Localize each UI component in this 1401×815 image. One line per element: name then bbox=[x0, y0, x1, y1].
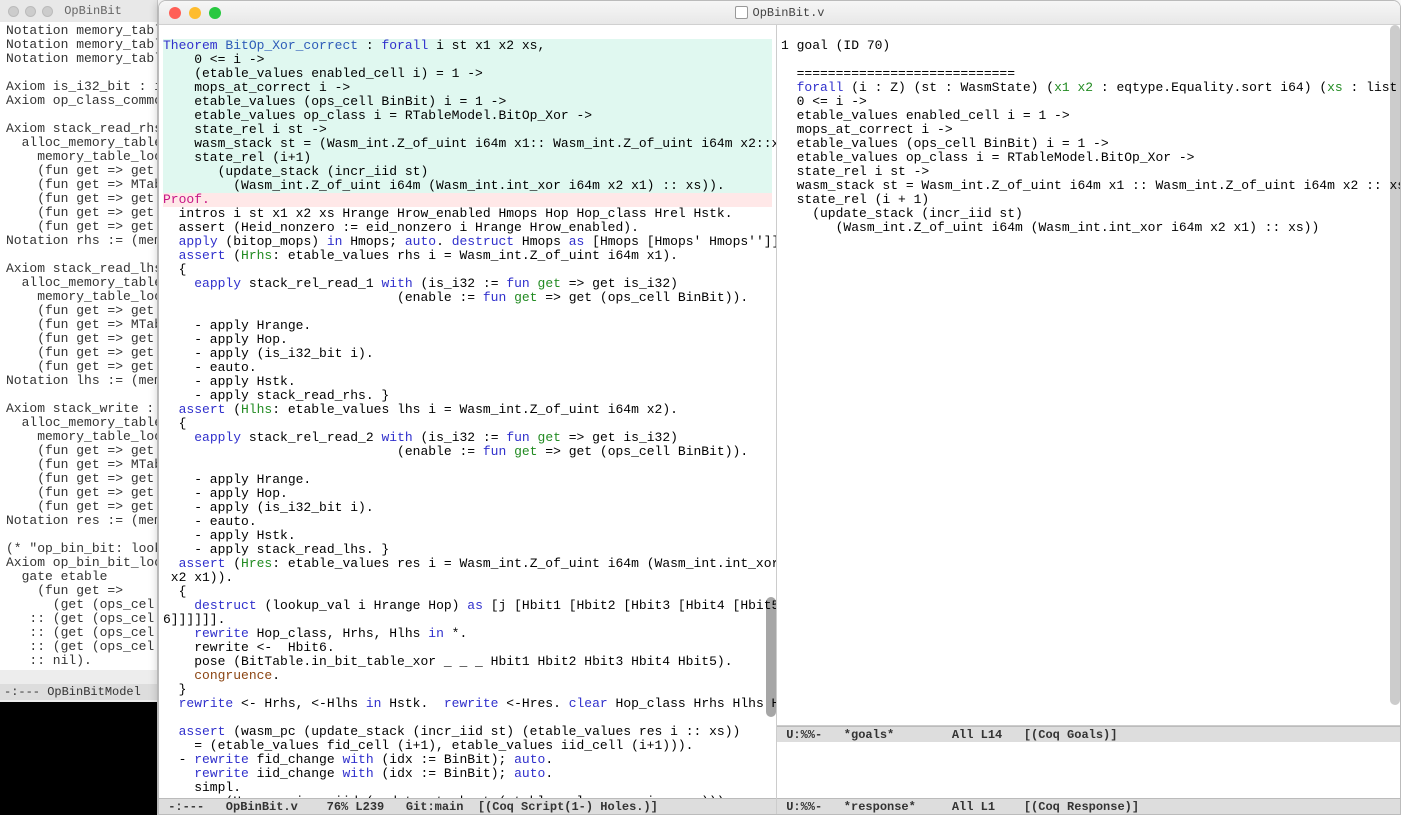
bg-titlebar: OpBinBit bbox=[0, 0, 157, 22]
right-pane: 1 goal (ID 70) =========================… bbox=[777, 25, 1401, 814]
bg-traffic-light bbox=[25, 6, 36, 17]
response-modeline: U:%%- *response* All L1 [(Coq Response)] bbox=[777, 798, 1401, 814]
coq-script-area[interactable]: Theorem BitOp_Xor_correct : forall i st … bbox=[159, 25, 776, 798]
theorem-name: BitOp_Xor_correct bbox=[225, 38, 358, 53]
file-icon bbox=[734, 6, 747, 19]
goals-area[interactable]: 1 goal (ID 70) =========================… bbox=[777, 25, 1401, 726]
coq-script-pane: Theorem BitOp_Xor_correct : forall i st … bbox=[159, 25, 777, 814]
left-modeline: -:--- OpBinBit.v 76% L239 Git:main [(Coq… bbox=[159, 798, 776, 814]
traffic-lights bbox=[169, 7, 221, 19]
goals-modeline: U:%%- *goals* All L14 [(Coq Goals)] bbox=[777, 726, 1401, 742]
close-button[interactable] bbox=[169, 7, 181, 19]
zoom-button[interactable] bbox=[209, 7, 221, 19]
window-title: OpBinBit.v bbox=[734, 6, 824, 20]
bg-traffic-light bbox=[8, 6, 19, 17]
bg-terminal[interactable] bbox=[0, 702, 157, 815]
main-editor-window: OpBinBit.v Theorem BitOp_Xor_correct : f… bbox=[158, 0, 1401, 815]
proof-keyword: Proof. bbox=[163, 192, 210, 207]
response-area[interactable] bbox=[777, 742, 1401, 798]
bg-code-area[interactable]: Notation memory_table Notation memory_ta… bbox=[0, 22, 157, 670]
bg-modeline: -:--- OpBinBitModel bbox=[0, 684, 157, 700]
minimize-button[interactable] bbox=[189, 7, 201, 19]
bg-title: OpBinBit bbox=[59, 4, 157, 18]
left-scrollbar[interactable] bbox=[766, 597, 776, 717]
bg-traffic-light bbox=[42, 6, 53, 17]
titlebar[interactable]: OpBinBit.v bbox=[159, 1, 1400, 25]
title-text: OpBinBit.v bbox=[752, 6, 824, 20]
kw-theorem: Theorem bbox=[163, 38, 218, 53]
background-editor-window: OpBinBit Notation memory_table Notation … bbox=[0, 0, 158, 815]
right-scrollbar[interactable] bbox=[1390, 25, 1400, 705]
